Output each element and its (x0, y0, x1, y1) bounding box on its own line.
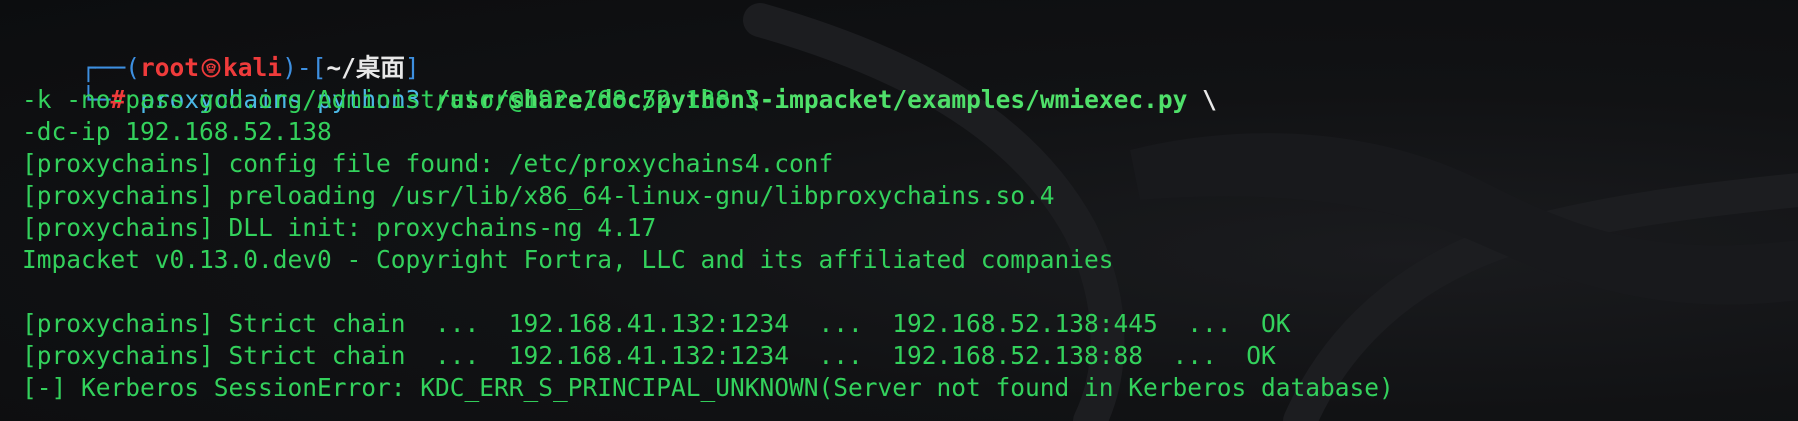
command-line[interactable]: └─# proxychains python3 /usr/share/doc/p… (22, 52, 1798, 114)
output-error-line: [-] Kerberos SessionError: KDC_ERR_S_PRI… (22, 373, 1394, 402)
output-line: [proxychains] config file found: /etc/pr… (22, 149, 834, 178)
output-line: [proxychains] Strict chain ... 192.168.4… (22, 309, 1291, 338)
prompt-header-line: ┌──(root kali)-[~/桌面] (22, 20, 1798, 82)
output-blank-line (22, 276, 1798, 308)
output-line: [proxychains] Strict chain ... 192.168.4… (22, 341, 1276, 370)
output-line: [proxychains] preloading /usr/lib/x86_64… (22, 181, 1055, 210)
command-line-3: -dc-ip 192.168.52.138 (22, 117, 332, 146)
command-line-2: -k -no-pass god.org/Administrator@192.16… (22, 85, 760, 114)
output-line: [proxychains] DLL init: proxychains-ng 4… (22, 213, 657, 242)
terminal-window[interactable]: ┌──(root kali)-[~/桌面] └─# proxychains py… (0, 0, 1798, 421)
output-line: Impacket v0.13.0.dev0 - Copyright Fortra… (22, 245, 1114, 274)
